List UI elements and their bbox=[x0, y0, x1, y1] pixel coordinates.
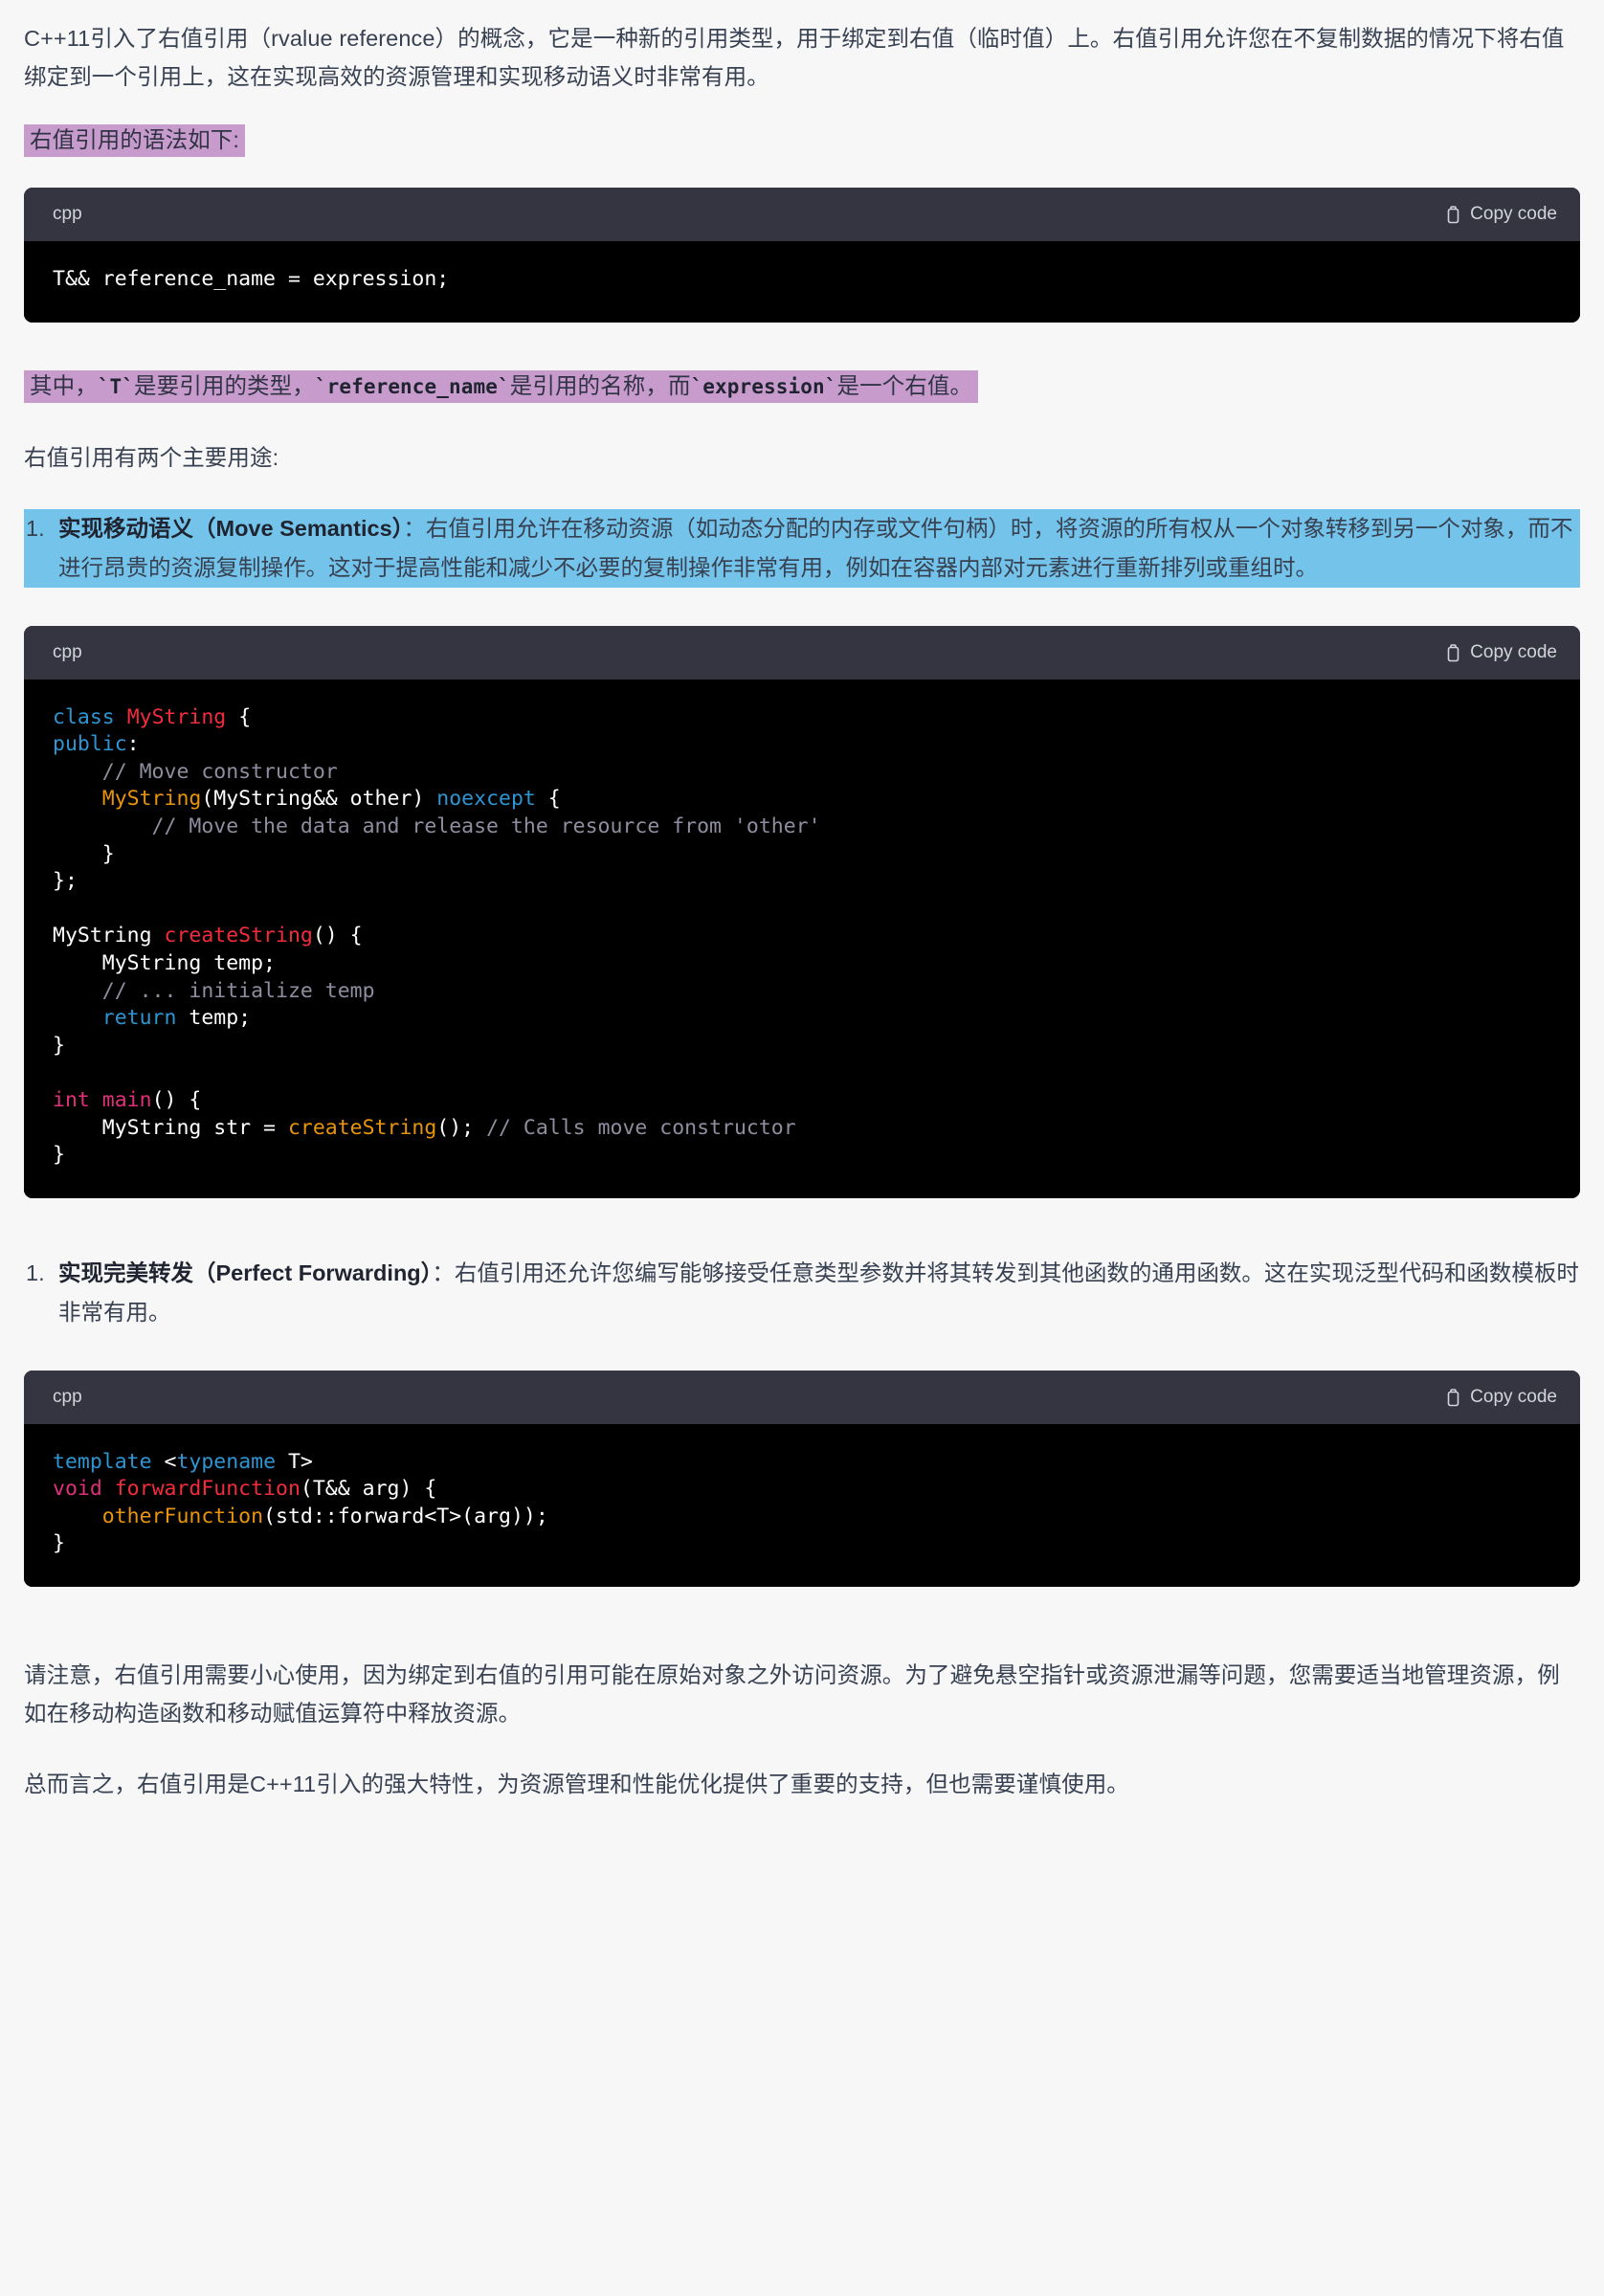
code-header: cpp Copy code bbox=[24, 188, 1580, 241]
code-line: template <typename T> bbox=[53, 1449, 313, 1474]
code-header: cpp Copy code bbox=[24, 625, 1580, 680]
copy-code-label: Copy code bbox=[1470, 204, 1557, 224]
code-language-label: cpp bbox=[53, 641, 82, 662]
copy-icon bbox=[1445, 643, 1461, 662]
copy-code-button[interactable]: Copy code bbox=[1445, 642, 1557, 663]
code-content-perfect-forwarding: template <typename T> void forwardFunctio… bbox=[24, 1423, 1580, 1588]
list-item-bold-label: 实现移动语义（Move Semantics） bbox=[58, 515, 404, 541]
explanation-part1: 其中， bbox=[30, 372, 98, 398]
code-line: class MyString { bbox=[53, 704, 252, 729]
uses-intro-paragraph: 右值引用有两个主要用途: bbox=[24, 444, 279, 470]
code-language-label: cpp bbox=[53, 204, 82, 224]
copy-code-button[interactable]: Copy code bbox=[1445, 204, 1557, 225]
code-line: T&& reference_name = expression; bbox=[53, 267, 450, 291]
code-line: return temp; bbox=[101, 1006, 252, 1031]
syntax-label-line: 右值引用的语法如下: bbox=[24, 121, 1580, 159]
code-line: // ... initialize temp bbox=[53, 978, 375, 1003]
closing-paragraph-1: 请注意，右值引用需要小心使用，因为绑定到右值的引用可能在原始对象之外访问资源。为… bbox=[24, 1662, 1560, 1727]
inline-code-expression: `expression` bbox=[690, 374, 837, 398]
explanation-part2: 是要引用的类型， bbox=[134, 372, 315, 398]
code-block-perfect-forwarding: cpp Copy code template <typename T> void … bbox=[24, 1370, 1580, 1588]
list-item-perfect-forwarding: 实现完美转发（Perfect Forwarding）：右值引用还允许您编写能够接… bbox=[24, 1254, 1580, 1332]
code-line: MyString str = createString(); // Calls … bbox=[53, 1115, 796, 1140]
code-line: }; bbox=[53, 869, 78, 894]
copy-code-label: Copy code bbox=[1470, 1386, 1557, 1407]
code-line: MyString createString() { bbox=[53, 924, 363, 948]
code-block-move-semantics: cpp Copy code class MyString { public: //… bbox=[24, 625, 1580, 1198]
copy-code-label: Copy code bbox=[1470, 641, 1557, 662]
inline-code-T: `T` bbox=[97, 374, 135, 398]
list-item-bold-label: 实现完美转发（Perfect Forwarding） bbox=[58, 1259, 433, 1285]
copy-code-button[interactable]: Copy code bbox=[1445, 1387, 1557, 1408]
conversation-message: C++11引入了右值引用（rvalue reference）的概念，它是一种新的… bbox=[0, 0, 1604, 1832]
code-line: } bbox=[53, 1143, 65, 1168]
code-content-syntax: T&& reference_name = expression; bbox=[24, 241, 1580, 323]
code-line: MyString temp; bbox=[53, 950, 276, 975]
intro-paragraph: C++11引入了右值引用（rvalue reference）的概念，它是一种新的… bbox=[24, 26, 1565, 89]
code-block-syntax: cpp Copy code T&& reference_name = expre… bbox=[24, 188, 1580, 323]
code-line: } bbox=[53, 1531, 65, 1556]
code-header: cpp Copy code bbox=[24, 1370, 1580, 1424]
spacer-top bbox=[24, 0, 1580, 10]
code-line: } bbox=[53, 1033, 65, 1058]
syntax-highlight-label: 右值引用的语法如下: bbox=[24, 124, 246, 157]
spacer-bottom bbox=[24, 1803, 1580, 1832]
explanation-highlight: 其中，`T`是要引用的类型，`reference_name`是引用的名称，而`e… bbox=[24, 369, 979, 403]
closing-paragraph-2: 总而言之，右值引用是C++11引入的强大特性，为资源管理和性能优化提供了重要的支… bbox=[24, 1772, 1129, 1797]
copy-icon bbox=[1445, 1388, 1461, 1407]
code-line: } bbox=[53, 841, 115, 866]
code-line: MyString(MyString&& other) noexcept { bbox=[101, 787, 561, 812]
code-line: void forwardFunction(T&& arg) { bbox=[53, 1477, 437, 1502]
list-item-move-semantics: 实现移动语义（Move Semantics）：右值引用允许在移动资源（如动态分配… bbox=[24, 508, 1580, 588]
code-language-label: cpp bbox=[53, 1386, 82, 1407]
inline-code-reference-name: `reference_name` bbox=[314, 374, 510, 398]
code-line: // Move the data and release the resourc… bbox=[53, 814, 821, 838]
perfect-forwarding-list: 实现完美转发（Perfect Forwarding）：右值引用还允许您编写能够接… bbox=[24, 1254, 1580, 1332]
code-line: otherFunction(std::forward<T>(arg)); bbox=[101, 1504, 548, 1528]
move-semantics-list: 实现移动语义（Move Semantics）：右值引用允许在移动资源（如动态分配… bbox=[24, 508, 1580, 588]
explanation-part4: 是一个右值。 bbox=[836, 372, 973, 398]
code-line: // Move constructor bbox=[53, 759, 338, 784]
explanation-line: 其中，`T`是要引用的类型，`reference_name`是引用的名称，而`e… bbox=[24, 367, 1580, 406]
code-line: int main() { bbox=[53, 1087, 202, 1112]
code-line: public: bbox=[53, 732, 140, 757]
code-content-move-semantics: class MyString { public: // Move construc… bbox=[24, 679, 1580, 1198]
copy-icon bbox=[1445, 205, 1461, 224]
explanation-part3: 是引用的名称，而 bbox=[509, 372, 691, 398]
